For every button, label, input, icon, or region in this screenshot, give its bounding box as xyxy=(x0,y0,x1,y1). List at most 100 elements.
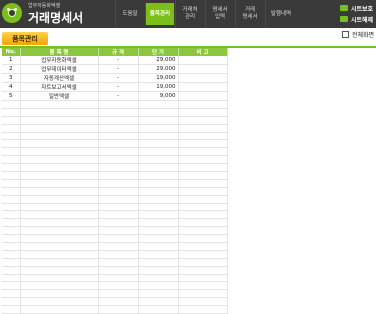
table-row-empty[interactable] xyxy=(2,305,228,314)
cell-name[interactable] xyxy=(20,203,99,212)
cell-no[interactable]: 4 xyxy=(2,82,21,92)
table-row-empty[interactable] xyxy=(2,147,228,157)
cell-note[interactable] xyxy=(178,210,228,220)
table-row-empty[interactable] xyxy=(2,297,228,307)
cell-note[interactable] xyxy=(178,250,228,259)
cell-spec[interactable] xyxy=(98,147,139,157)
table-row-empty[interactable] xyxy=(2,108,228,117)
cell-name[interactable] xyxy=(20,250,99,259)
cell-name[interactable] xyxy=(20,210,99,220)
cell-name[interactable] xyxy=(20,116,99,125)
fullscreen-checkbox[interactable] xyxy=(342,31,349,38)
cell-note[interactable] xyxy=(178,171,228,180)
cell-price[interactable] xyxy=(138,116,179,125)
cell-price[interactable] xyxy=(138,242,179,251)
cell-price[interactable] xyxy=(138,281,179,291)
cell-name[interactable] xyxy=(20,297,99,307)
nav-client-management[interactable]: 거래처 관리 xyxy=(175,0,204,28)
table-row-empty[interactable] xyxy=(2,179,228,188)
cell-note[interactable] xyxy=(178,64,228,74)
cell-name[interactable] xyxy=(20,242,99,251)
cell-name[interactable] xyxy=(20,171,99,180)
table-row-empty[interactable] xyxy=(2,203,228,212)
cell-name[interactable]: 업무데이터엑셀 xyxy=(20,64,99,74)
cell-no[interactable] xyxy=(2,305,21,314)
cell-no[interactable] xyxy=(2,155,21,165)
cell-note[interactable] xyxy=(178,139,228,149)
table-row-empty[interactable] xyxy=(2,258,228,267)
cell-price[interactable] xyxy=(138,187,179,196)
cell-name[interactable] xyxy=(20,258,99,267)
cell-no[interactable] xyxy=(2,250,21,259)
table-row-empty[interactable] xyxy=(2,281,228,291)
table-row-empty[interactable] xyxy=(2,274,228,283)
cell-note[interactable] xyxy=(178,266,228,275)
fullscreen-toggle[interactable]: 전체화면 xyxy=(342,30,374,39)
cell-spec[interactable] xyxy=(98,139,139,149)
cell-no[interactable] xyxy=(2,203,21,212)
cell-note[interactable] xyxy=(178,218,228,228)
cell-name[interactable] xyxy=(20,274,99,283)
cell-no[interactable] xyxy=(2,266,21,275)
cell-spec[interactable] xyxy=(98,195,139,204)
cell-note[interactable] xyxy=(178,91,228,101)
table-row-empty[interactable] xyxy=(2,226,228,236)
cell-price[interactable] xyxy=(138,132,179,141)
cell-no[interactable] xyxy=(2,139,21,149)
cell-spec[interactable] xyxy=(98,242,139,251)
cell-no[interactable]: 1 xyxy=(2,56,21,65)
cell-price[interactable]: 29,000 xyxy=(138,64,179,74)
cell-note[interactable] xyxy=(178,100,228,109)
cell-spec[interactable] xyxy=(98,155,139,165)
cell-spec[interactable] xyxy=(98,289,139,299)
table-row-empty[interactable] xyxy=(2,100,228,109)
cell-price[interactable] xyxy=(138,250,179,259)
cell-note[interactable] xyxy=(178,203,228,212)
cell-no[interactable] xyxy=(2,297,21,307)
cell-no[interactable] xyxy=(2,171,21,180)
cell-price[interactable] xyxy=(138,210,179,220)
cell-name[interactable] xyxy=(20,305,99,314)
cell-name[interactable] xyxy=(20,132,99,141)
cell-price[interactable] xyxy=(138,163,179,173)
table-row-empty[interactable] xyxy=(2,171,228,180)
cell-spec[interactable]: - xyxy=(98,91,139,101)
cell-spec[interactable] xyxy=(98,116,139,125)
nav-statement-input[interactable]: 명세서 입력 xyxy=(205,0,234,28)
table-row[interactable]: 1 업무자동화엑셀 -29,000 xyxy=(2,56,228,65)
cell-note[interactable] xyxy=(178,132,228,141)
cell-name[interactable] xyxy=(20,281,99,291)
cell-spec[interactable]: - xyxy=(98,73,139,83)
table-row-empty[interactable] xyxy=(2,163,228,173)
cell-name[interactable]: 자트보고서엑셀 xyxy=(20,82,99,92)
cell-name[interactable]: 자동계산엑셀 xyxy=(20,73,99,83)
cell-name[interactable] xyxy=(20,100,99,109)
table-row-empty[interactable] xyxy=(2,187,228,196)
cell-spec[interactable] xyxy=(98,297,139,307)
cell-name[interactable]: 업무자동화엑셀 xyxy=(20,56,99,65)
cell-price[interactable] xyxy=(138,203,179,212)
cell-spec[interactable] xyxy=(98,281,139,291)
sheet-unprotect-button[interactable]: 시트해제 xyxy=(340,14,376,24)
cell-note[interactable] xyxy=(178,187,228,196)
cell-spec[interactable]: - xyxy=(98,64,139,74)
cell-name[interactable] xyxy=(20,234,99,244)
cell-spec[interactable] xyxy=(98,203,139,212)
nav-help[interactable]: 도움말 xyxy=(115,0,144,28)
table-row-empty[interactable] xyxy=(2,289,228,299)
cell-no[interactable] xyxy=(2,163,21,173)
cell-note[interactable] xyxy=(178,258,228,267)
cell-no[interactable] xyxy=(2,289,21,299)
cell-spec[interactable] xyxy=(98,163,139,173)
cell-spec[interactable] xyxy=(98,132,139,141)
cell-name[interactable] xyxy=(20,289,99,299)
cell-no[interactable]: 3 xyxy=(2,73,21,83)
cell-name[interactable] xyxy=(20,187,99,196)
cell-name[interactable] xyxy=(20,226,99,236)
cell-no[interactable]: 5 xyxy=(2,91,21,101)
table-row[interactable]: 5 일반엑셀 -9,000 xyxy=(2,91,228,101)
cell-price[interactable] xyxy=(138,305,179,314)
cell-note[interactable] xyxy=(178,274,228,283)
cell-price[interactable] xyxy=(138,124,179,133)
cell-no[interactable] xyxy=(2,100,21,109)
